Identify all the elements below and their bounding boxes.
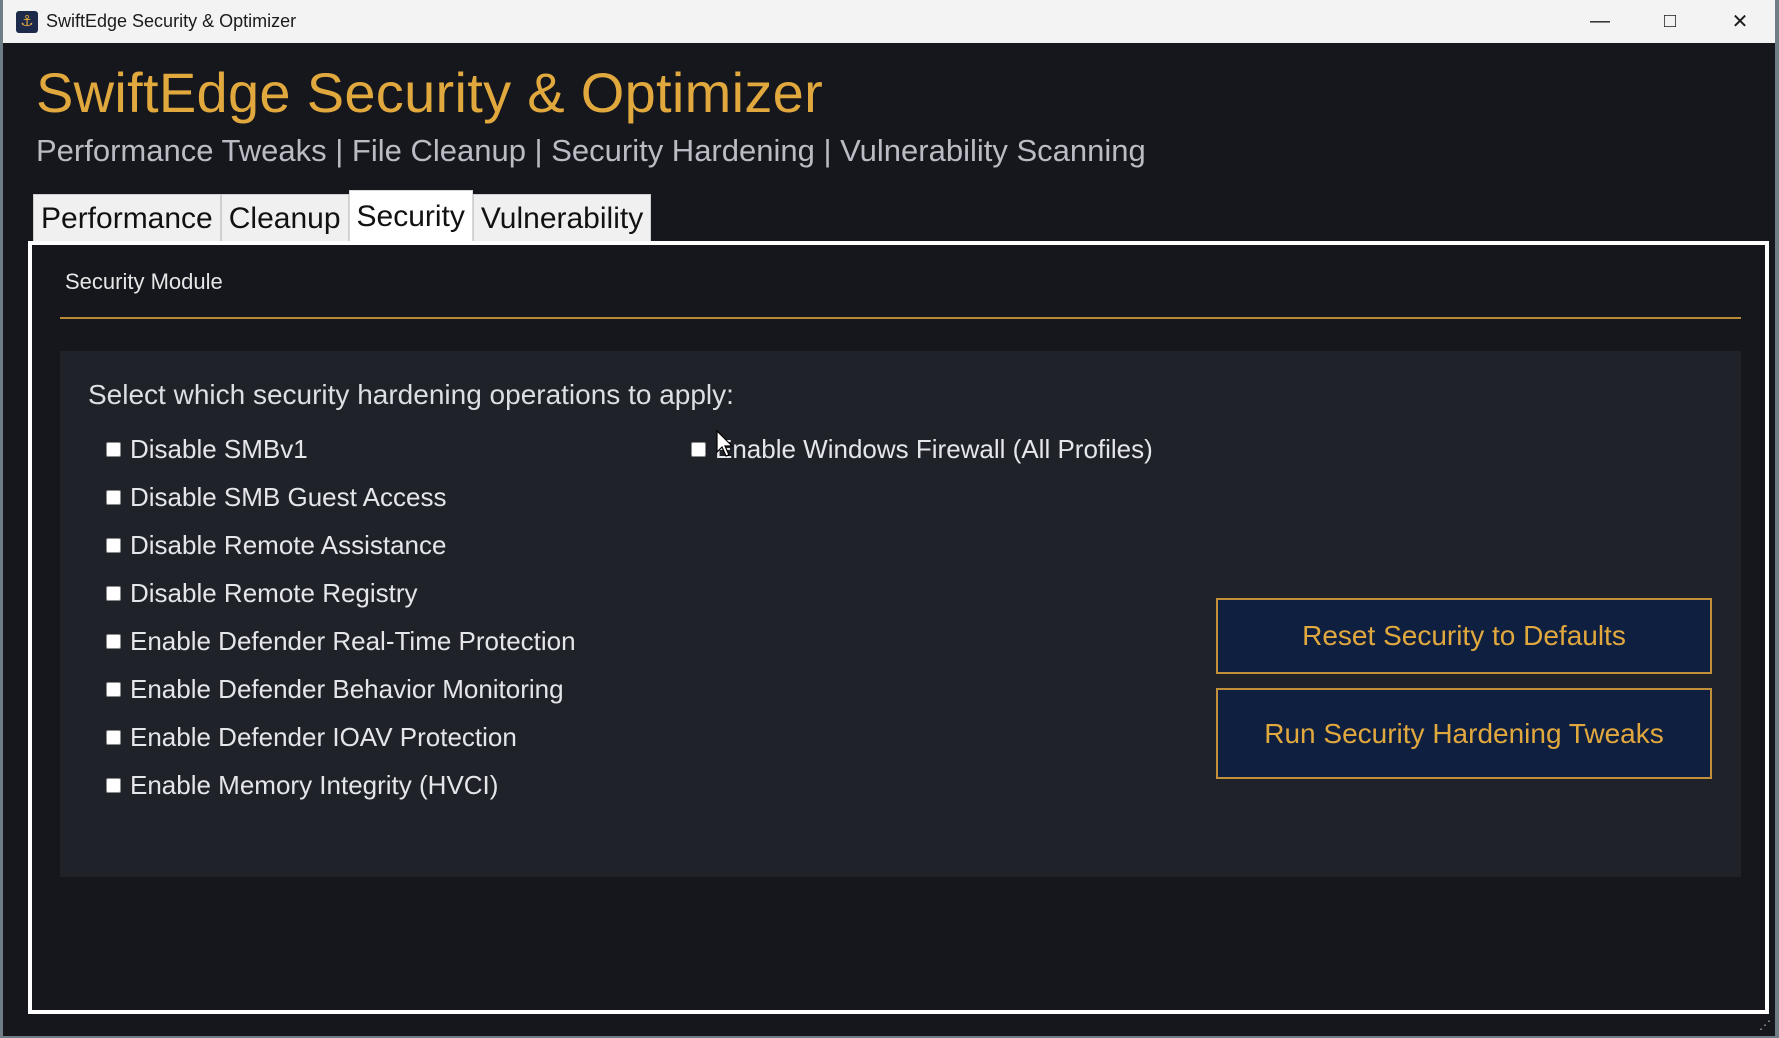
app-title: SwiftEdge Security & Optimizer xyxy=(36,61,824,124)
option-label: Enable Defender Real-Time Protection xyxy=(130,626,576,656)
checkbox[interactable] xyxy=(106,442,121,457)
minimize-icon[interactable]: — xyxy=(1565,0,1635,43)
checkbox[interactable] xyxy=(691,442,706,457)
module-divider xyxy=(60,317,1741,319)
checkbox[interactable] xyxy=(106,682,121,697)
option-label: Enable Defender IOAV Protection xyxy=(130,722,517,752)
module-label: Security Module xyxy=(65,269,223,294)
option-defender-ioav[interactable]: Enable Defender IOAV Protection xyxy=(106,722,517,753)
option-label: Enable Windows Firewall (All Profiles) xyxy=(715,434,1153,464)
option-disable-remote-registry[interactable]: Disable Remote Registry xyxy=(106,578,418,609)
option-disable-smbv1[interactable]: Disable SMBv1 xyxy=(106,434,308,465)
option-disable-smb-guest[interactable]: Disable SMB Guest Access xyxy=(106,482,446,513)
tab-security[interactable]: Security xyxy=(348,190,473,242)
option-windows-firewall[interactable]: Enable Windows Firewall (All Profiles) xyxy=(691,434,1153,465)
tab-performance[interactable]: Performance xyxy=(33,194,221,242)
option-label: Disable SMBv1 xyxy=(130,434,308,464)
option-label: Disable Remote Assistance xyxy=(130,530,447,560)
window-title: SwiftEdge Security & Optimizer xyxy=(46,11,297,31)
option-label: Enable Defender Behavior Monitoring xyxy=(130,674,564,704)
close-icon[interactable]: ✕ xyxy=(1705,0,1775,43)
option-label: Disable SMB Guest Access xyxy=(130,482,447,512)
app-window: ⚓ SwiftEdge Security & Optimizer — □ ✕ S… xyxy=(3,0,1775,1036)
reset-security-button[interactable]: Reset Security to Defaults xyxy=(1216,598,1712,674)
option-memory-integrity[interactable]: Enable Memory Integrity (HVCI) xyxy=(106,770,498,801)
option-defender-behavior[interactable]: Enable Defender Behavior Monitoring xyxy=(106,674,564,705)
security-panel: Security Module Select which security ha… xyxy=(28,241,1769,1014)
checkbox[interactable] xyxy=(106,586,121,601)
options-prompt: Select which security hardening operatio… xyxy=(88,379,734,410)
checkbox[interactable] xyxy=(106,538,121,553)
window-controls: — □ ✕ xyxy=(1565,0,1775,43)
shield-app-icon: ⚓ xyxy=(16,10,38,33)
checkbox[interactable] xyxy=(106,730,121,745)
title-bar[interactable]: ⚓ SwiftEdge Security & Optimizer — □ ✕ xyxy=(3,0,1775,43)
tab-bar: Performance Cleanup Security Vulnerabili… xyxy=(33,190,652,242)
security-options-card: Select which security hardening operatio… xyxy=(60,351,1741,877)
checkbox[interactable] xyxy=(106,778,121,793)
run-security-button[interactable]: Run Security Hardening Tweaks xyxy=(1216,688,1712,779)
option-label: Disable Remote Registry xyxy=(130,578,418,608)
checkbox[interactable] xyxy=(106,490,121,505)
checkbox[interactable] xyxy=(106,634,121,649)
tab-cleanup[interactable]: Cleanup xyxy=(220,194,349,242)
mouse-cursor-icon xyxy=(716,430,734,457)
maximize-icon[interactable]: □ xyxy=(1635,0,1705,43)
option-disable-remote-assistance[interactable]: Disable Remote Assistance xyxy=(106,530,446,561)
resize-grip-icon[interactable]: ⋰ xyxy=(1759,1018,1771,1032)
option-defender-realtime[interactable]: Enable Defender Real-Time Protection xyxy=(106,626,576,657)
app-subtitle: Performance Tweaks | File Cleanup | Secu… xyxy=(36,133,1146,168)
option-label: Enable Memory Integrity (HVCI) xyxy=(130,770,499,800)
tab-vulnerability[interactable]: Vulnerability xyxy=(472,194,652,242)
